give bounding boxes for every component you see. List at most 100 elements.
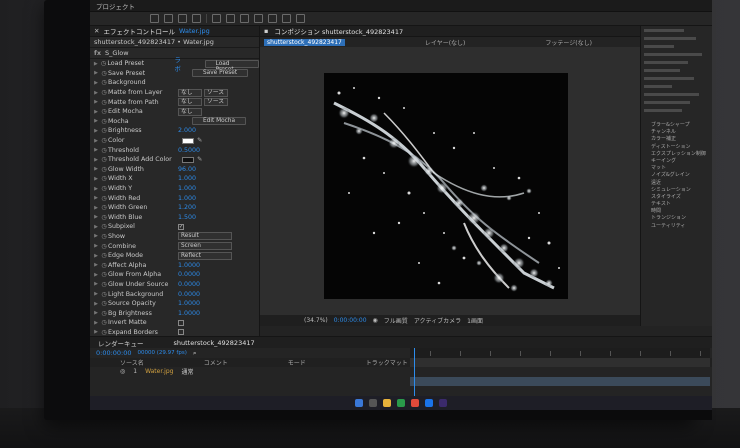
effect-property-row[interactable]: ▶ ◷ Edge Mode Reflect — [90, 251, 259, 261]
effect-category-item[interactable]: ブラー&シャープ — [641, 121, 712, 128]
eye-icon[interactable]: ◎ — [120, 368, 125, 375]
timeline-timecode[interactable]: 0:00:00:00 — [96, 349, 132, 357]
stopwatch-icon[interactable]: ◷ — [100, 195, 108, 202]
rotate-tool-icon[interactable] — [212, 14, 221, 23]
col-source-name[interactable]: ソース名 — [120, 358, 144, 367]
after-effects-icon[interactable] — [439, 399, 447, 407]
stopwatch-icon[interactable]: ◷ — [100, 89, 108, 96]
stopwatch-icon[interactable]: ◷ — [100, 319, 108, 326]
twirl-icon[interactable]: ▶ — [92, 80, 100, 86]
close-icon[interactable]: ✕ — [94, 27, 99, 35]
property-dropdown[interactable]: Screen — [178, 242, 232, 251]
property-value[interactable]: 1.000 — [178, 185, 196, 192]
edge-icon[interactable] — [425, 399, 433, 407]
stopwatch-icon[interactable]: ◷ — [100, 185, 108, 192]
twirl-icon[interactable]: ▶ — [92, 233, 100, 239]
property-value[interactable]: 2.000 — [178, 127, 196, 134]
effect-property-row[interactable]: ▶ ◷ Save Preset Save Preset — [90, 69, 259, 79]
effect-property-row[interactable]: ▶ ◷ Glow Under Source 0.0000 — [90, 280, 259, 290]
effect-property-row[interactable]: ▶ ◷ Width Red 1.000 — [90, 193, 259, 203]
property-dropdown[interactable]: Result — [178, 232, 232, 241]
effect-property-row[interactable]: ▶ ◷ Matte from Path なし ソース — [90, 97, 259, 107]
stopwatch-icon[interactable]: ◷ — [100, 70, 108, 77]
stopwatch-icon[interactable]: ◷ — [100, 156, 108, 163]
property-value[interactable]: 0.5000 — [178, 147, 200, 154]
twirl-icon[interactable]: ▶ — [92, 176, 100, 182]
property-value[interactable]: 0.0000 — [178, 281, 200, 288]
effect-property-row[interactable]: ▶ ◷ Subpixel ✓ — [90, 222, 259, 232]
eyedropper-icon[interactable]: ✎ — [197, 137, 202, 144]
effect-property-row[interactable]: ▶ ◷ Mocha Edit Mocha — [90, 117, 259, 127]
twirl-icon[interactable]: ▶ — [92, 253, 100, 259]
twirl-icon[interactable]: ▶ — [92, 272, 100, 278]
eyedropper-icon[interactable]: ✎ — [197, 156, 202, 163]
anchor-tool-icon[interactable] — [240, 14, 249, 23]
stopwatch-icon[interactable]: ◷ — [100, 108, 108, 115]
stopwatch-icon[interactable]: ◷ — [100, 223, 108, 230]
effect-category-item[interactable]: スタイライズ — [641, 193, 712, 200]
effect-category-item[interactable]: マット — [641, 164, 712, 171]
twirl-icon[interactable]: ▶ — [92, 186, 100, 192]
effect-property-row[interactable]: ▶ ◷ Light Background 0.0000 — [90, 289, 259, 299]
stopwatch-icon[interactable]: ◷ — [100, 166, 108, 173]
property-checkbox[interactable]: ✓ — [178, 223, 184, 230]
hand-tool-icon[interactable] — [178, 14, 187, 23]
matte-dropdown[interactable]: なし — [178, 88, 202, 97]
twirl-icon[interactable]: ▶ — [92, 320, 100, 326]
property-value[interactable]: 96.00 — [178, 166, 196, 173]
property-checkbox[interactable] — [178, 329, 184, 336]
active-camera-dropdown[interactable]: アクティブカメラ — [414, 316, 461, 325]
resolution-dropdown[interactable]: フル画質 — [384, 316, 408, 325]
twirl-icon[interactable]: ▶ — [92, 138, 100, 144]
effect-category-item[interactable]: ユーティリティ — [641, 222, 712, 229]
twirl-icon[interactable]: ▶ — [92, 70, 100, 76]
search-taskbar-icon[interactable] — [369, 399, 377, 407]
layer-duration-bar[interactable] — [410, 377, 710, 386]
stopwatch-icon[interactable]: ◷ — [100, 281, 108, 288]
twirl-icon[interactable]: ▶ — [92, 301, 100, 307]
stopwatch-icon[interactable]: ◷ — [100, 243, 108, 250]
twirl-icon[interactable]: ▶ — [92, 214, 100, 220]
property-value[interactable]: 1.000 — [178, 195, 196, 202]
search-icon[interactable]: ⌕ — [193, 349, 197, 358]
timeline-comp-tab[interactable]: shutterstock_492823417 — [174, 339, 255, 347]
stopwatch-icon[interactable]: ◷ — [100, 310, 108, 317]
stopwatch-icon[interactable]: ◷ — [100, 79, 108, 86]
selection-tool-icon[interactable] — [164, 14, 173, 23]
text-tool-icon[interactable] — [282, 14, 291, 23]
twirl-icon[interactable]: ▶ — [92, 157, 100, 163]
property-button[interactable]: Save Preset — [192, 69, 249, 78]
effect-property-row[interactable]: ▶ ◷ Matte from Layer なし ソース — [90, 88, 259, 98]
twirl-icon[interactable]: ▶ — [92, 61, 100, 67]
twirl-icon[interactable]: ▶ — [92, 90, 100, 96]
camera-icon[interactable]: ◉ — [373, 317, 378, 324]
effect-property-row[interactable]: ▶ ◷ Width Y 1.000 — [90, 184, 259, 194]
twirl-icon[interactable]: ▶ — [92, 147, 100, 153]
effect-category-item[interactable]: 時間 — [641, 207, 712, 214]
effect-property-row[interactable]: ▶ ◷ Affect Alpha 1.0000 — [90, 260, 259, 270]
twirl-icon[interactable]: ▶ — [92, 262, 100, 268]
effect-property-row[interactable]: ▶ ◷ Glow From Alpha 0.0000 — [90, 270, 259, 280]
effect-property-row[interactable]: ▶ ◷ Background — [90, 78, 259, 88]
property-value[interactable]: 1.0000 — [178, 262, 200, 269]
property-value[interactable]: 0.0000 — [178, 271, 200, 278]
effect-category-item[interactable]: 遠近 — [641, 179, 712, 186]
fx-icon[interactable]: fx — [94, 49, 101, 57]
folder-icon[interactable] — [383, 399, 391, 407]
col-comment[interactable]: コメント — [204, 358, 228, 367]
property-value[interactable]: 1.0000 — [178, 300, 200, 307]
effect-category-item[interactable]: シミュレーション — [641, 186, 712, 193]
render-queue-tab[interactable]: レンダーキュー — [98, 338, 144, 348]
color-swatch[interactable] — [182, 156, 194, 163]
lock-icon[interactable]: ▪ — [264, 27, 268, 35]
layer-mode-dropdown[interactable]: 通常 — [181, 367, 193, 376]
footage-viewer-label[interactable]: フッテージ(なし) — [545, 38, 592, 47]
stopwatch-icon[interactable]: ◷ — [100, 252, 108, 259]
effect-category-item[interactable]: ノイズ&グレイン — [641, 171, 712, 178]
effect-property-row[interactable]: ▶ ◷ Width Blue 1.500 — [90, 213, 259, 223]
stopwatch-icon[interactable]: ◷ — [100, 137, 108, 144]
start-icon[interactable] — [355, 399, 363, 407]
property-value[interactable]: 0.0000 — [178, 291, 200, 298]
stopwatch-icon[interactable]: ◷ — [100, 204, 108, 211]
stopwatch-icon[interactable]: ◷ — [100, 329, 108, 336]
